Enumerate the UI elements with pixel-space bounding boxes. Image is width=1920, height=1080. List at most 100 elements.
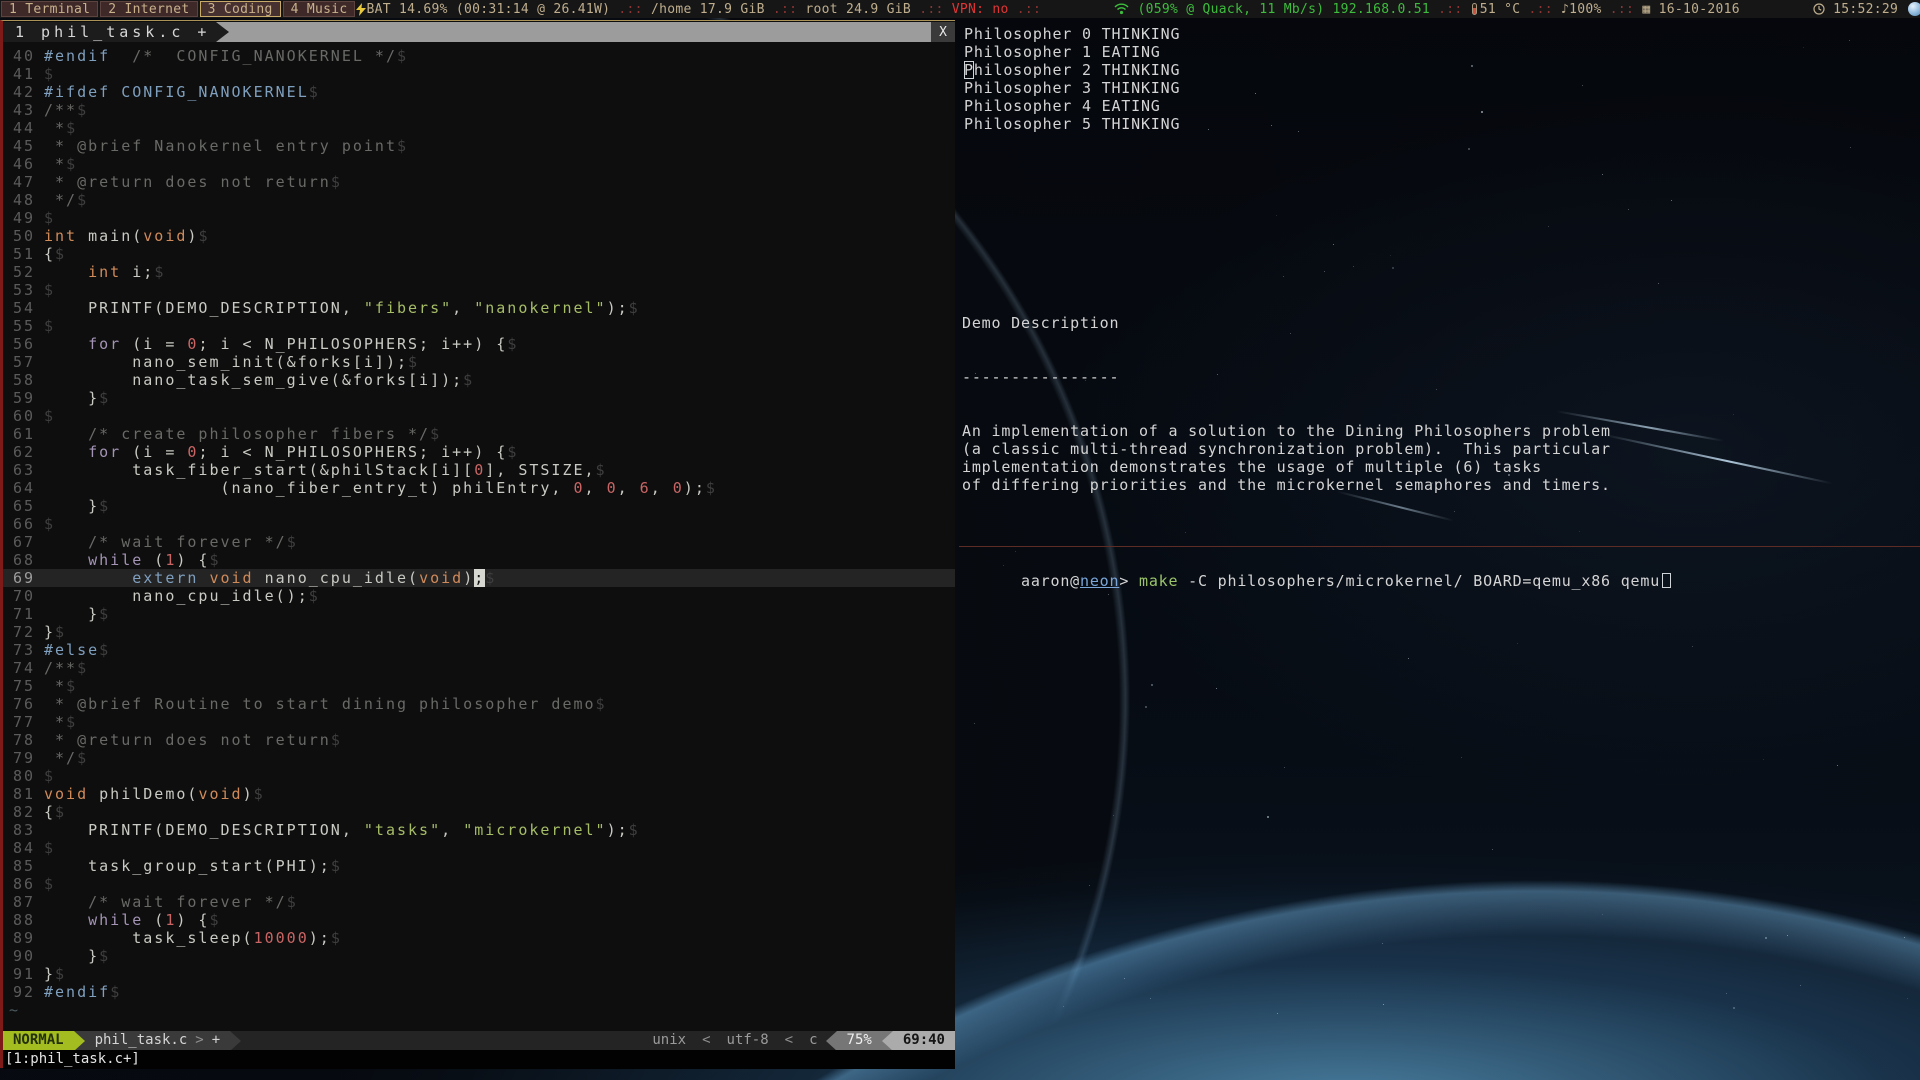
line-number: 86 bbox=[3, 875, 44, 893]
code-line[interactable]: 87 /* wait forever */$ bbox=[3, 893, 955, 911]
code-line[interactable]: 57 nano_sem_init(&forks[i]);$ bbox=[3, 353, 955, 371]
code-line[interactable]: 79 */$ bbox=[3, 749, 955, 767]
line-text: task_fiber_start(&philStack[i][0], STSIZ… bbox=[44, 461, 607, 479]
line-text: *$ bbox=[44, 119, 77, 137]
code-line[interactable]: 67 /* wait forever */$ bbox=[3, 533, 955, 551]
qemu-terminal-pane[interactable]: Philosopher 0 THINKINGPhilosopher 1 EATI… bbox=[959, 20, 1920, 1068]
line-number: 70 bbox=[3, 587, 44, 605]
code-line[interactable]: 78 * @return does not return$ bbox=[3, 731, 955, 749]
code-line[interactable]: 77 *$ bbox=[3, 713, 955, 731]
cpu-temperature: 51 °C bbox=[1480, 2, 1521, 17]
line-text: while (1) {$ bbox=[44, 911, 221, 929]
prompt-user: aaron bbox=[1021, 572, 1070, 590]
code-line[interactable]: 73#else$ bbox=[3, 641, 955, 659]
vim-editor-pane[interactable]: 1 phil_task.c + X 40#endif /* CONFIG_NAN… bbox=[0, 20, 955, 1068]
workspace-button[interactable]: 3 Coding bbox=[200, 1, 281, 17]
code-line[interactable]: 41$ bbox=[3, 65, 955, 83]
code-line[interactable]: 72}$ bbox=[3, 623, 955, 641]
code-line[interactable]: 83 PRINTF(DEMO_DESCRIPTION, "tasks", "mi… bbox=[3, 821, 955, 839]
code-line[interactable]: 88 while (1) {$ bbox=[3, 911, 955, 929]
code-line[interactable]: 74/**$ bbox=[3, 659, 955, 677]
code-line[interactable]: 51{$ bbox=[3, 245, 955, 263]
demo-title-underline: ---------------- bbox=[962, 368, 1611, 386]
line-number: 44 bbox=[3, 119, 44, 137]
code-line[interactable]: 84$ bbox=[3, 839, 955, 857]
line-number: 91 bbox=[3, 965, 44, 983]
code-line[interactable]: 56 for (i = 0; i < N_PHILOSOPHERS; i++) … bbox=[3, 335, 955, 353]
code-line[interactable]: 92#endif$ bbox=[3, 983, 955, 1001]
line-number: 67 bbox=[3, 533, 44, 551]
code-line[interactable]: 81void philDemo(void)$ bbox=[3, 785, 955, 803]
code-buffer[interactable]: 40#endif /* CONFIG_NANOKERNEL */$41$42#i… bbox=[3, 47, 955, 1019]
code-line[interactable]: 47 * @return does not return$ bbox=[3, 173, 955, 191]
line-number: 55 bbox=[3, 317, 44, 335]
code-line[interactable]: 85 task_group_start(PHI);$ bbox=[3, 857, 955, 875]
file-name: phil_task.c bbox=[95, 1031, 188, 1050]
tray-bulb-icon[interactable] bbox=[1908, 2, 1920, 16]
separator: .:: bbox=[1009, 2, 1050, 17]
code-line[interactable]: 42#ifdef CONFIG_NANOKERNEL$ bbox=[3, 83, 955, 101]
code-line[interactable]: 46 *$ bbox=[3, 155, 955, 173]
code-line[interactable]: 61 /* create philosopher fibers */$ bbox=[3, 425, 955, 443]
shell-prompt[interactable]: aaron@neon> make -C philosophers/microke… bbox=[962, 554, 1671, 608]
powerline-arrow bbox=[826, 1031, 837, 1051]
code-line[interactable]: 58 nano_task_sem_give(&forks[i]);$ bbox=[3, 371, 955, 389]
battery-status: BAT 14.69% (00:31:14 @ 26.41W) bbox=[366, 2, 610, 17]
system-tray bbox=[1908, 2, 1920, 16]
code-line[interactable]: 68 while (1) {$ bbox=[3, 551, 955, 569]
code-line[interactable]: 53$ bbox=[3, 281, 955, 299]
statusline-file-segment: phil_task.c > + bbox=[85, 1031, 231, 1050]
code-line[interactable]: 62 for (i = 0; i < N_PHILOSOPHERS; i++) … bbox=[3, 443, 955, 461]
tmux-pane-border[interactable] bbox=[959, 546, 1920, 547]
workspace-button[interactable]: 2 Internet bbox=[100, 1, 197, 17]
code-line[interactable]: 76 * @brief Routine to start dining phil… bbox=[3, 695, 955, 713]
code-line[interactable]: 71 }$ bbox=[3, 605, 955, 623]
code-line[interactable]: 40#endif /* CONFIG_NANOKERNEL */$ bbox=[3, 47, 955, 65]
separator: .:: bbox=[1430, 2, 1471, 17]
thermometer-icon bbox=[1472, 3, 1477, 15]
separator: .:: bbox=[610, 2, 651, 17]
philosopher-row: Philosopher 2 THINKING bbox=[964, 61, 1180, 79]
code-line[interactable]: 63 task_fiber_start(&philStack[i][0], ST… bbox=[3, 461, 955, 479]
code-line[interactable]: 75 *$ bbox=[3, 677, 955, 695]
line-number: 92 bbox=[3, 983, 44, 1001]
code-line[interactable]: 60$ bbox=[3, 407, 955, 425]
code-line[interactable]: 59 }$ bbox=[3, 389, 955, 407]
code-line[interactable]: 45 * @brief Nanokernel entry point$ bbox=[3, 137, 955, 155]
code-line[interactable]: 49$ bbox=[3, 209, 955, 227]
code-line[interactable]: 91}$ bbox=[3, 965, 955, 983]
line-number: 59 bbox=[3, 389, 44, 407]
code-line[interactable]: 55$ bbox=[3, 317, 955, 335]
line-number: 52 bbox=[3, 263, 44, 281]
code-line[interactable]: 66$ bbox=[3, 515, 955, 533]
current-date: 16-10-2016 bbox=[1650, 2, 1748, 17]
demo-text: An implementation of a solution to the D… bbox=[962, 422, 1611, 494]
code-line[interactable]: 86$ bbox=[3, 875, 955, 893]
code-line[interactable]: 69 extern void nano_cpu_idle(void);$ bbox=[3, 569, 955, 587]
code-line[interactable]: 80$ bbox=[3, 767, 955, 785]
code-line[interactable]: 52 int i;$ bbox=[3, 263, 955, 281]
workspace-button[interactable]: 4 Music bbox=[283, 1, 356, 17]
line-text: * @brief Nanokernel entry point$ bbox=[44, 137, 408, 155]
line-number: 58 bbox=[3, 371, 44, 389]
workspace-button[interactable]: 1 Terminal bbox=[1, 1, 98, 17]
code-line[interactable]: 90 }$ bbox=[3, 947, 955, 965]
line-text: $ bbox=[44, 515, 55, 533]
line-text: $ bbox=[44, 317, 55, 335]
code-line[interactable]: 43/**$ bbox=[3, 101, 955, 119]
philosopher-row: Philosopher 0 THINKING bbox=[964, 25, 1180, 43]
tab-close-button[interactable]: X bbox=[931, 22, 955, 42]
tab-phil-task[interactable]: 1 phil_task.c + bbox=[3, 22, 216, 42]
code-line[interactable]: 54 PRINTF(DEMO_DESCRIPTION, "fibers", "n… bbox=[3, 299, 955, 317]
code-line[interactable]: 65 }$ bbox=[3, 497, 955, 515]
scroll-percent: 75% bbox=[837, 1031, 882, 1050]
code-line[interactable]: 70 nano_cpu_idle();$ bbox=[3, 587, 955, 605]
code-line[interactable]: 89 task_sleep(10000);$ bbox=[3, 929, 955, 947]
philosopher-row: Philosopher 5 THINKING bbox=[964, 115, 1180, 133]
code-line[interactable]: 64 (nano_fiber_entry_t) philEntry, 0, 0,… bbox=[3, 479, 955, 497]
code-line[interactable]: 48 */$ bbox=[3, 191, 955, 209]
code-line[interactable]: 44 *$ bbox=[3, 119, 955, 137]
code-line[interactable]: 50int main(void)$ bbox=[3, 227, 955, 245]
code-line[interactable]: 82{$ bbox=[3, 803, 955, 821]
line-text: task_sleep(10000);$ bbox=[44, 929, 342, 947]
